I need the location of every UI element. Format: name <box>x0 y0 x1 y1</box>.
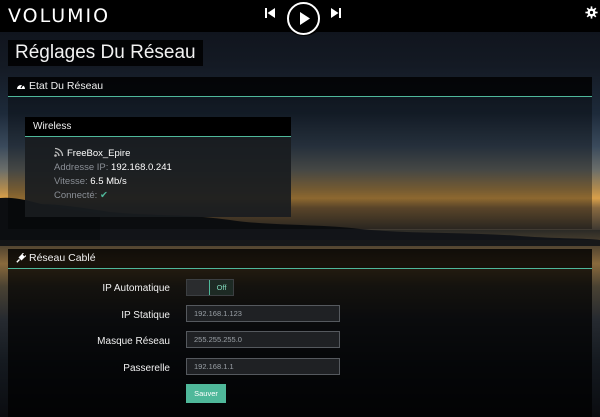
netmask-input[interactable] <box>186 331 340 348</box>
wireless-speed-row: Vitesse: 6.5 Mb/s <box>54 175 172 189</box>
skip-next-icon[interactable] <box>330 7 342 19</box>
plug-icon <box>16 252 27 263</box>
wireless-ssid-row: FreeBox_Epire <box>54 147 172 161</box>
wireless-card: Wireless FreeBox_Epire Addresse IP: 192.… <box>25 117 291 217</box>
netmask-label: Masque Réseau <box>97 336 170 347</box>
check-icon: ✔ <box>99 190 108 201</box>
volumio-logo: VOLUMIO <box>8 5 111 27</box>
section-title: Etat Du Réseau <box>29 80 104 92</box>
connected-label: Connecté: <box>54 190 98 201</box>
dashboard-icon <box>17 84 25 89</box>
wireless-ssid: FreeBox_Epire <box>67 148 131 159</box>
play-button[interactable] <box>287 2 320 35</box>
ip-value: 192.168.0.241 <box>111 162 172 173</box>
speed-label: Vitesse: <box>54 176 88 187</box>
save-button[interactable]: Sauver <box>186 384 226 403</box>
static-ip-input[interactable] <box>186 305 340 322</box>
gear-icon[interactable] <box>585 6 598 19</box>
gateway-label: Passerelle <box>123 363 170 374</box>
skip-previous-icon[interactable] <box>264 7 276 19</box>
section-header-network-status: Etat Du Réseau <box>8 77 592 97</box>
auto-ip-toggle[interactable]: Off <box>186 279 234 296</box>
wifi-signal-icon <box>54 147 64 157</box>
toggle-state: Off <box>209 280 233 295</box>
speed-value: 6.5 Mb/s <box>90 176 127 187</box>
ip-label: Addresse IP: <box>54 162 109 173</box>
section-header-wired-network: Réseau Cablé <box>8 249 592 269</box>
wireless-connected-row: Connecté: ✔ <box>54 189 172 203</box>
section-title: Réseau Cablé <box>29 252 96 264</box>
wireless-card-header: Wireless <box>25 117 291 137</box>
page-title: Réglages Du Réseau <box>8 40 203 66</box>
auto-ip-label: IP Automatique <box>102 283 170 294</box>
wireless-details: FreeBox_Epire Addresse IP: 192.168.0.241… <box>54 147 172 203</box>
wireless-ip-row: Addresse IP: 192.168.0.241 <box>54 161 172 175</box>
play-icon <box>300 12 310 25</box>
static-ip-label: IP Statique <box>121 310 170 321</box>
gateway-input[interactable] <box>186 358 340 375</box>
